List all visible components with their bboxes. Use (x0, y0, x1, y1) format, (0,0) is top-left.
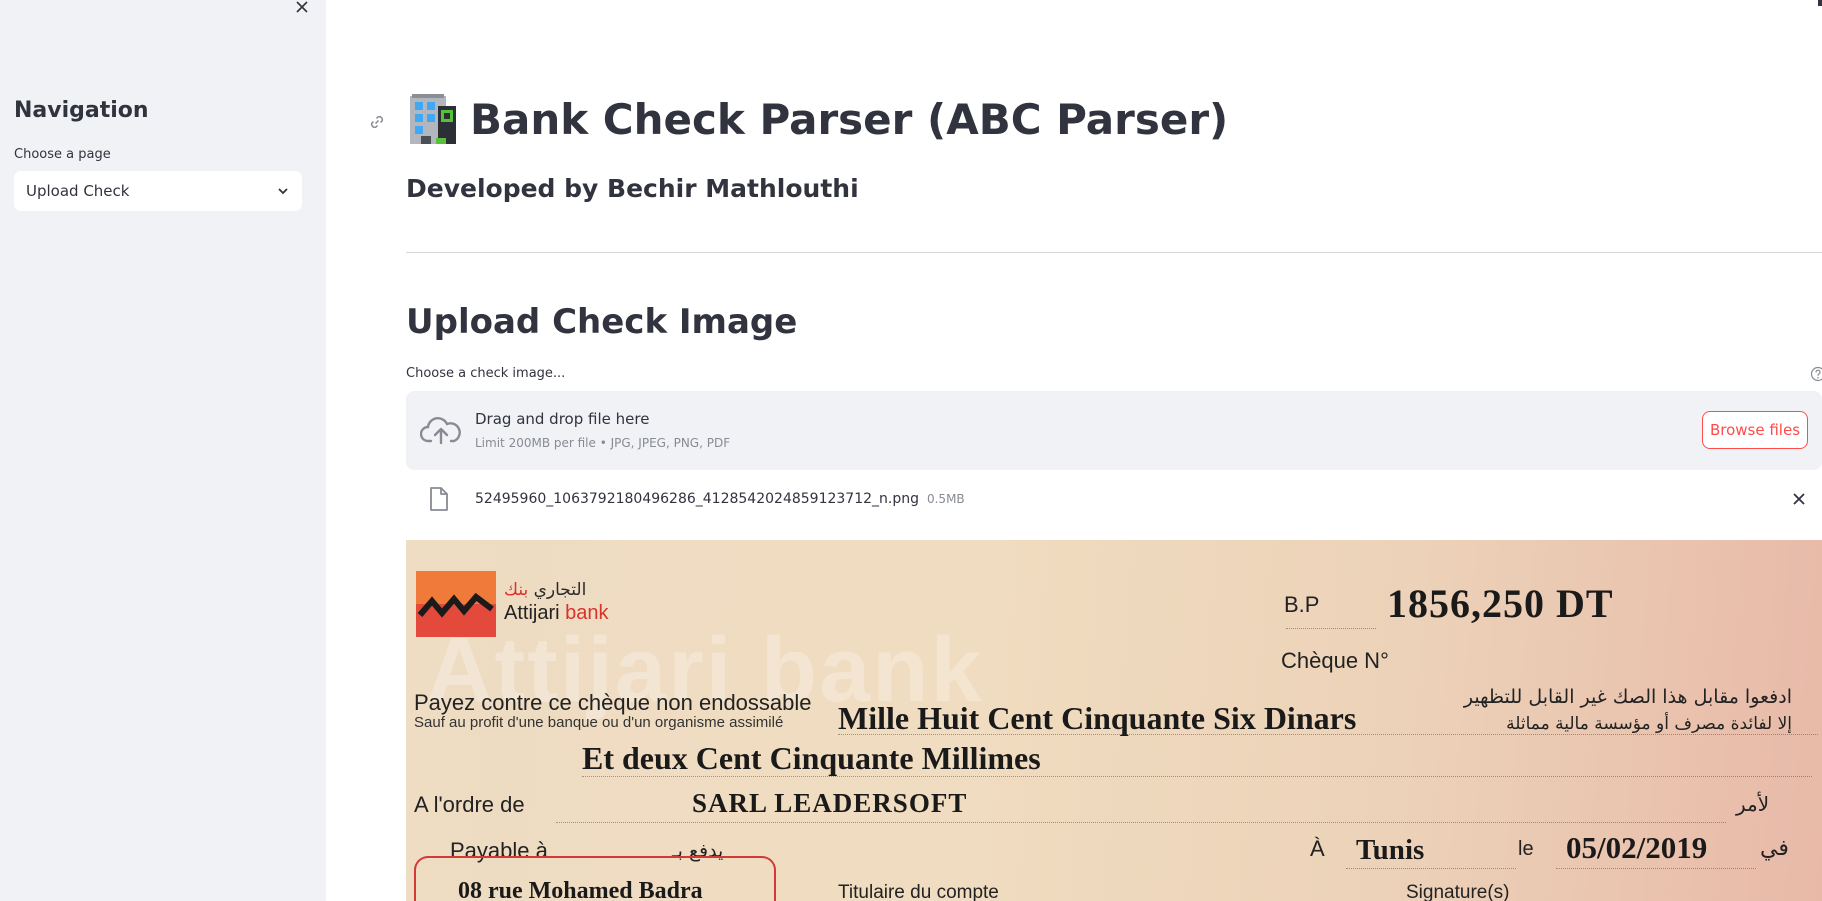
office-building-icon (410, 94, 456, 144)
payez-label: Payez contre ce chèque non endossable (414, 690, 812, 715)
check-date: 05/02/2019 (1566, 830, 1708, 865)
signature-label: Signature(s) (1406, 882, 1510, 901)
payee-name: SARL LEADERSOFT (692, 788, 968, 818)
check-rule (1286, 628, 1376, 629)
check-image-preview: Attijari bank التجاري بنك Attijari bank … (406, 540, 1822, 901)
arabic-line-2: إلا لفائدة مصرف أو مؤسسة مالية مماثلة (1506, 714, 1792, 734)
fi-label: في (1760, 836, 1789, 861)
page-subtitle: Developed by Bechir Mathlouthi (406, 174, 859, 203)
page-select-value: Upload Check (26, 182, 130, 200)
titulaire-label: Titulaire du compte (838, 882, 999, 901)
check-rule (1556, 868, 1756, 869)
file-icon (430, 487, 448, 511)
bank-name: التجاري بنك Attijari bank (504, 580, 609, 625)
file-size: 0.5MB (926, 492, 965, 506)
ordre-label: A l'ordre de (414, 792, 525, 817)
amount-in-words-line-1: Mille Huit Cent Cinquante Six Dinars (838, 700, 1357, 736)
cloud-upload-icon (420, 417, 461, 445)
cheque-number-label: Chèque N° (1281, 648, 1389, 673)
address-text: 08 rue Mohamed Badra (458, 878, 703, 901)
file-name-text: 52495960_1063792180496286_41285420248591… (475, 491, 919, 507)
bank-name-arabic-red: بنك (504, 580, 529, 600)
chevron-down-icon (278, 188, 288, 195)
uploaded-file-name: 52495960_1063792180496286_41285420248591… (475, 491, 965, 507)
main-menu-edge (1818, 0, 1822, 6)
main-content: Bank Check Parser (ABC Parser) Developed… (326, 0, 1822, 901)
page-select[interactable]: Upload Check (14, 171, 302, 211)
divider (406, 252, 1822, 253)
sauf-label: Sauf au profit d'une banque ou d'un orga… (414, 714, 784, 731)
le-label: le (1518, 838, 1534, 860)
uploaded-file-row: 52495960_1063792180496286_41285420248591… (406, 478, 1822, 522)
bank-logo (416, 571, 496, 637)
bank-name-latin-red: bank (565, 602, 609, 624)
remove-file-button[interactable] (1788, 488, 1810, 510)
a-label: À (1310, 836, 1325, 861)
sidebar: Navigation Choose a page Upload Check (0, 0, 326, 901)
sidebar-title: Navigation (14, 98, 149, 123)
check-rule (556, 822, 1726, 823)
check-city: Tunis (1356, 834, 1425, 866)
dropzone-limit: Limit 200MB per file • JPG, JPEG, PNG, P… (475, 436, 731, 450)
file-dropzone[interactable]: Drag and drop file here Limit 200MB per … (406, 391, 1822, 470)
page-header: Bank Check Parser (ABC Parser) (406, 92, 1228, 146)
uploader-label: Choose a check image... (406, 366, 566, 381)
bank-name-latin: Attijari (504, 602, 560, 624)
page-select-label: Choose a page (14, 147, 111, 162)
lamr-label: لأمر (1736, 792, 1770, 816)
section-title: Upload Check Image (406, 302, 798, 342)
bank-name-arabic: التجاري (533, 580, 587, 600)
bank-logo-icon (416, 571, 496, 637)
check-rule (1346, 868, 1516, 869)
amount-in-words-line-2: Et deux Cent Cinquante Millimes (582, 740, 1041, 776)
arabic-line-1: ادفعوا مقابل هذا الصك غير القابل للتظهير (1463, 686, 1792, 708)
dropzone-text: Drag and drop file here (475, 410, 650, 428)
close-sidebar-button[interactable] (292, 0, 312, 16)
link-icon[interactable] (368, 113, 386, 131)
browse-files-button[interactable]: Browse files (1702, 411, 1808, 449)
check-amount: 1856,250 DT (1387, 581, 1614, 626)
help-icon[interactable] (1810, 366, 1822, 382)
bp-label: B.P (1284, 592, 1320, 617)
close-icon (296, 1, 308, 13)
page-title: Bank Check Parser (ABC Parser) (470, 94, 1229, 144)
